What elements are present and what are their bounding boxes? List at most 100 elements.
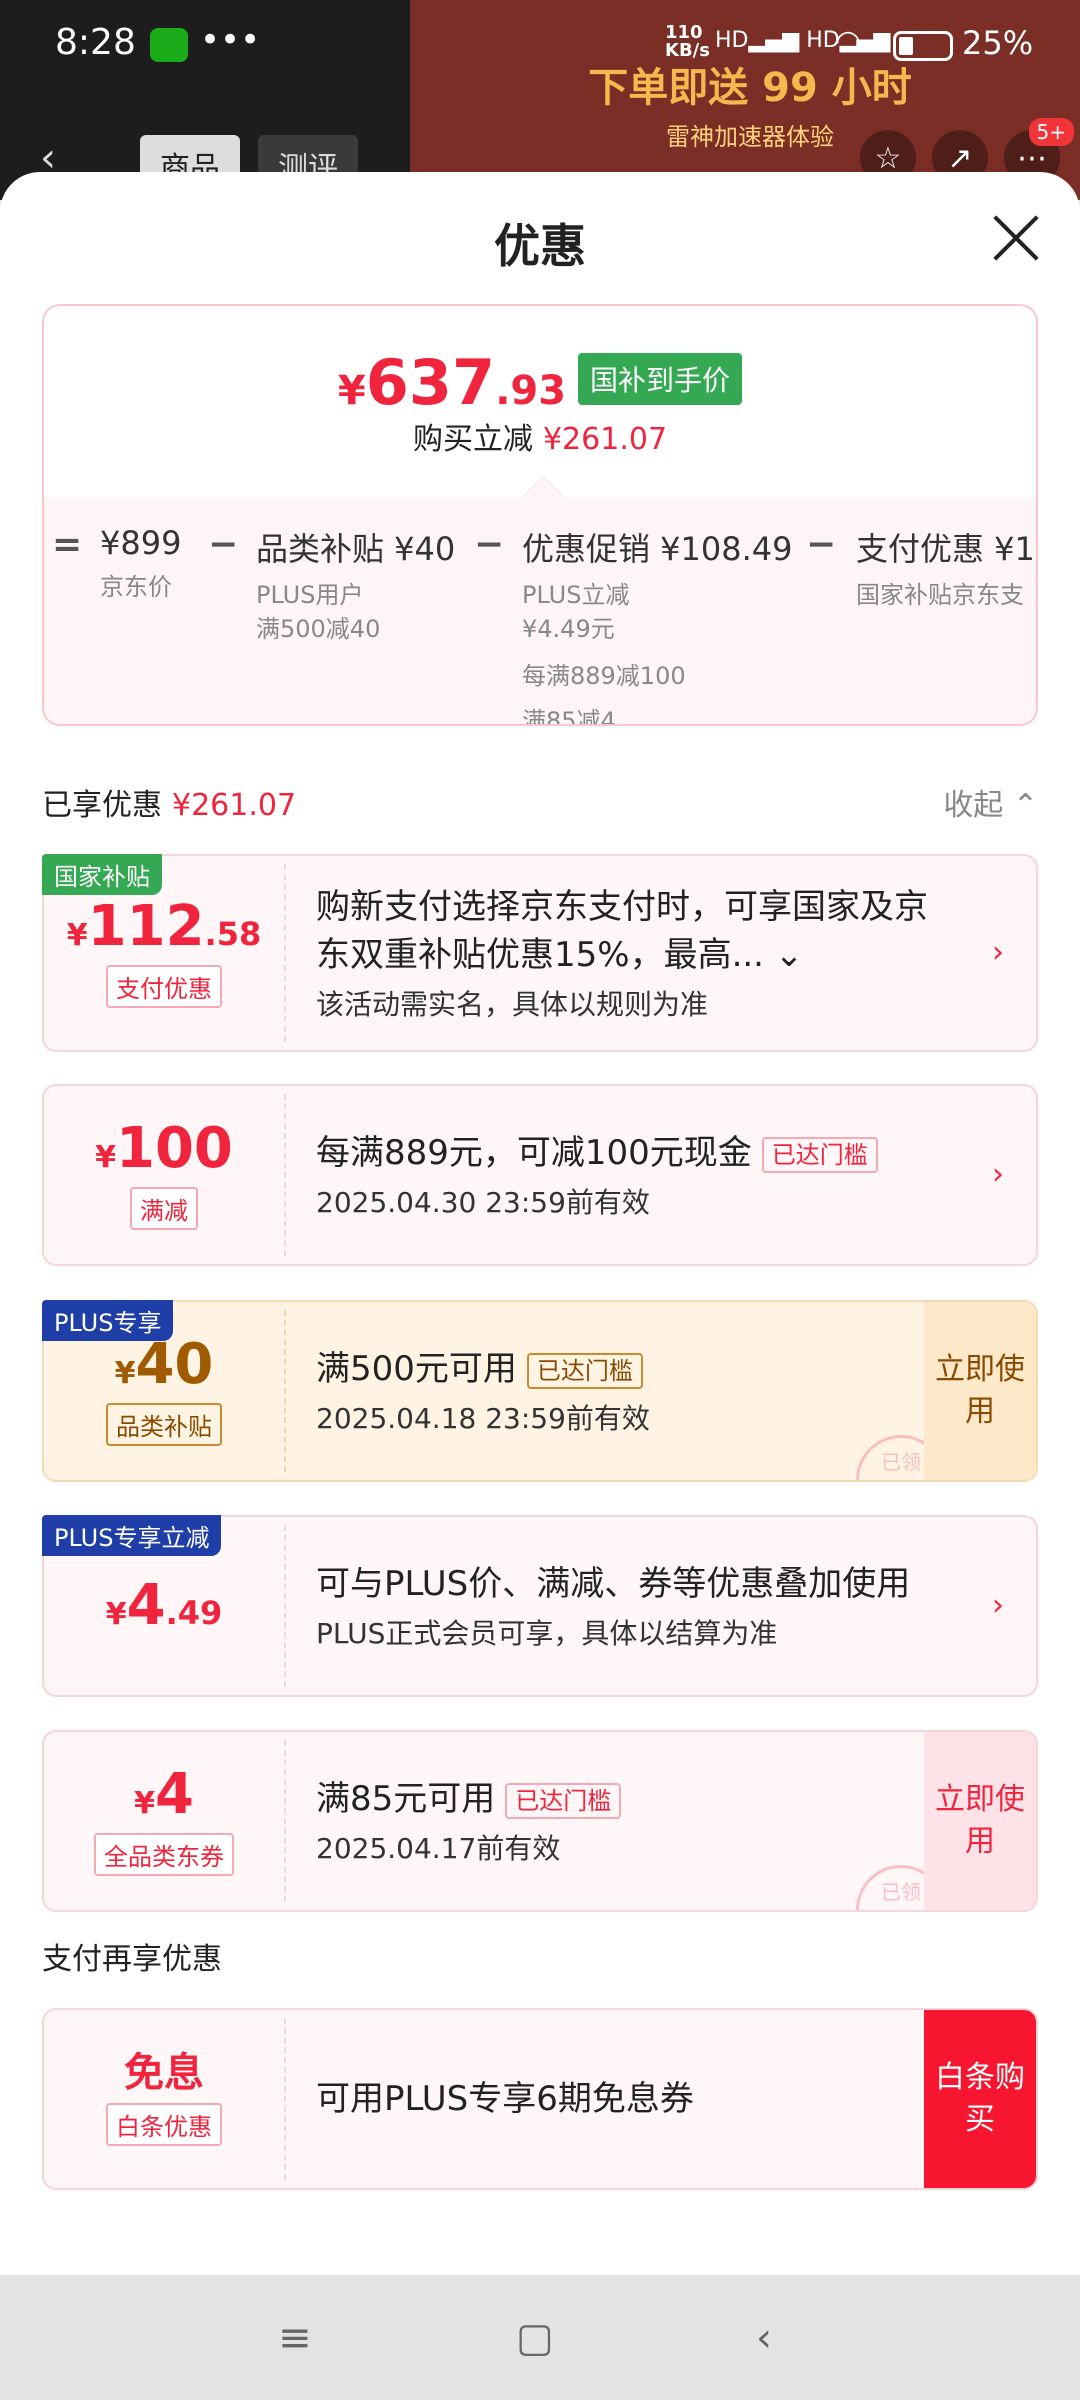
coupon-card-plus-category[interactable]: ¥40 品类补贴 PLUS专享 满500元可用 已达门槛 2025.04.18 2…	[42, 1300, 1038, 1482]
discount-sheet: 优惠 ¥637.93 国补到手价 购买立减 ¥261.07 = ¥899 京东价 …	[0, 172, 1080, 2275]
chevron-right-icon[interactable]: ›	[992, 1588, 1004, 1623]
coupon-note: PLUS正式会员可享，具体以结算为准	[316, 1617, 778, 1650]
coupon-description: 每满889元，可减100元现金 已达门槛	[316, 1129, 956, 1177]
coupon-card-plus-instant[interactable]: ¥4.49 PLUS专享立减 可与PLUS价、满减、券等优惠叠加使用 PLUS正…	[42, 1515, 1038, 1697]
coupon-type-tag: 支付优惠	[106, 964, 222, 1008]
coupon-amount: ¥4	[134, 1766, 194, 1823]
currency-symbol: ¥	[337, 368, 366, 414]
formula-item-payment: 支付优惠 ¥11 国家补贴京东支	[856, 524, 1038, 612]
reduce-row: 购买立减 ¥261.07	[44, 414, 1036, 458]
threshold-reached-badge: 已达门槛	[526, 1352, 643, 1389]
coupon-details: 满500元可用 已达门槛 2025.04.18 23:59前有效	[316, 1302, 906, 1480]
formula-item-value: 优惠促销 ¥108.49	[522, 530, 793, 568]
minus-sign: −	[208, 524, 239, 565]
formula-item-value: 支付优惠 ¥11	[856, 530, 1038, 568]
coupon-type-tag: 全品类东券	[94, 1832, 234, 1876]
coupon-amount-integer: 100	[115, 1115, 233, 1181]
wechat-icon	[150, 28, 188, 62]
coupon-divider	[284, 864, 286, 1042]
equals-sign: =	[52, 524, 83, 565]
coupon-divider	[284, 1740, 286, 1902]
close-icon[interactable]	[992, 214, 1040, 262]
coupon-details: 购新支付选择京东支付时，可享国家及京东双重补贴优惠15%，最高... ⌄ 该活动…	[316, 856, 956, 1050]
coupon-rule: 满500元可用	[316, 1349, 517, 1389]
formula-item-label: 京东价	[100, 573, 172, 601]
price-integer: 637	[365, 346, 496, 419]
status-time: 8:28	[55, 22, 136, 63]
coupon-amount-integer: 4	[154, 1761, 194, 1827]
minus-sign: −	[806, 524, 837, 565]
coupon-card-national-subsidy[interactable]: ¥112.58 支付优惠 国家补贴 购新支付选择京东支付时，可享国家及京东双重补…	[42, 854, 1038, 1052]
currency-symbol: ¥	[134, 1785, 155, 1821]
coupon-corner-label: PLUS专享立减	[42, 1515, 222, 1556]
price-decimal: .93	[495, 368, 567, 414]
network-speed: 110 KB/s	[665, 22, 710, 61]
coupon-amount: ¥40	[114, 1336, 214, 1393]
formula-item-value: ¥899	[100, 524, 182, 562]
coupon-details: 每满889元，可减100元现金 已达门槛 2025.04.30 23:59前有效	[316, 1086, 956, 1264]
formula-item-promotion: 优惠促销 ¥108.49 PLUS立减 ¥4.49元 每满889减100 满85…	[522, 524, 793, 726]
coupon-amount-decimal: .49	[165, 1594, 223, 1632]
coupon-amount: ¥112.58	[66, 898, 262, 955]
coupon-rule: 每满889元，可减100元现金	[316, 1133, 752, 1173]
formula-item-label: 国家补贴京东支	[856, 581, 1024, 609]
chevron-right-icon[interactable]: ›	[992, 935, 1004, 970]
formula-item-jd-price: ¥899 京东价	[100, 524, 181, 604]
coupon-amount: ¥4.49	[106, 1578, 223, 1634]
coupon-note: 该活动需实名，具体以规则为准	[316, 988, 709, 1021]
minus-sign: −	[474, 524, 505, 565]
coupon-corner-label: PLUS专享	[42, 1300, 174, 1341]
formula-item-category-subsidy: 品类补贴 ¥40 PLUS用户 满500减40	[256, 524, 455, 646]
coupon-amount-integer: 112	[87, 893, 205, 959]
formula-item-detail: ¥4.49元	[522, 615, 615, 643]
system-navigation-bar: ≡ ▢ ‹	[0, 2275, 1080, 2400]
reduce-amount: ¥261.07	[542, 422, 668, 457]
coupon-description[interactable]: 购新支付选择京东支付时，可享国家及京东双重补贴优惠15%，最高... ⌄	[316, 883, 956, 979]
coupon-details: 可用PLUS专享6期免息券	[316, 2010, 906, 2188]
currency-symbol: ¥	[114, 1355, 136, 1391]
national-subsidy-price-tag: 国补到手价	[578, 353, 743, 405]
home-icon[interactable]: ▢	[516, 2315, 554, 2361]
coupon-card-baitiao[interactable]: 免息 白条优惠 可用PLUS专享6期免息券 白条购买	[42, 2008, 1038, 2190]
interest-free-label: 免息	[124, 2049, 204, 2096]
coupon-description: 满85元可用 已达门槛	[316, 1775, 906, 1823]
coupon-type-tag: 品类补贴	[106, 1402, 222, 1446]
coupon-amount-decimal: .58	[204, 914, 262, 953]
currency-symbol: ¥	[66, 917, 88, 953]
coupon-validity: 2025.04.30 23:59前有效	[316, 1186, 650, 1219]
formula-item-detail: 满85减4	[522, 707, 616, 726]
coupon-description: 可用PLUS专享6期免息券	[316, 2079, 694, 2119]
enjoyed-label: 已享优惠	[42, 788, 162, 823]
threshold-reached-badge: 已达门槛	[761, 1136, 878, 1173]
payment-section-title: 支付再享优惠	[42, 1942, 222, 1977]
coupon-divider	[284, 1310, 286, 1472]
coupon-description: 可与PLUS价、满减、券等优惠叠加使用	[316, 1564, 911, 1604]
wifi-icon: ◠	[835, 24, 862, 59]
coupon-card-full-reduction[interactable]: ¥100 满减 每满889元，可减100元现金 已达门槛 2025.04.30 2…	[42, 1084, 1038, 1266]
use-now-button[interactable]: 立即使用	[924, 1302, 1036, 1480]
coupon-details: 满85元可用 已达门槛 2025.04.17前有效	[316, 1732, 906, 1910]
collapse-button[interactable]: 收起 ⌃	[943, 780, 1038, 824]
battery-percent: 25%	[962, 24, 1034, 62]
sheet-title: 优惠	[494, 219, 586, 273]
coupon-corner-label: 国家补贴	[42, 854, 162, 895]
baitiao-buy-button[interactable]: 白条购买	[924, 2010, 1036, 2188]
final-price-row: ¥637.93 国补到手价	[44, 346, 1036, 419]
coupon-amount: ¥100	[95, 1120, 233, 1177]
price-formula: = ¥899 京东价 − 品类补贴 ¥40 PLUS用户 满500减40 − 优…	[44, 524, 1036, 724]
battery-icon	[893, 31, 953, 61]
signal-icon: HD▂▄▆ HD▂▄▆	[715, 28, 891, 53]
use-now-button[interactable]: 立即使用	[924, 1732, 1036, 1910]
coupon-type-tag: 满减	[130, 1186, 198, 1230]
back-icon[interactable]: ‹	[756, 2315, 772, 2361]
coupon-validity: 2025.04.17前有效	[316, 1832, 561, 1865]
reduce-label: 购买立减	[412, 422, 533, 457]
formula-item-detail: 满500减40	[256, 615, 381, 643]
menu-icon[interactable]: ≡	[278, 2315, 312, 2361]
coupon-divider	[284, 1094, 286, 1256]
coupon-amount-area: ¥100 满减	[44, 1086, 284, 1264]
coupon-amount-area: 免息 白条优惠	[44, 2010, 284, 2188]
coupon-card-all-category[interactable]: ¥4 全品类东券 满85元可用 已达门槛 2025.04.17前有效 已领 立即使…	[42, 1730, 1038, 1912]
chevron-right-icon[interactable]: ›	[992, 1157, 1004, 1192]
enjoyed-amount: ¥261.07	[172, 788, 297, 823]
